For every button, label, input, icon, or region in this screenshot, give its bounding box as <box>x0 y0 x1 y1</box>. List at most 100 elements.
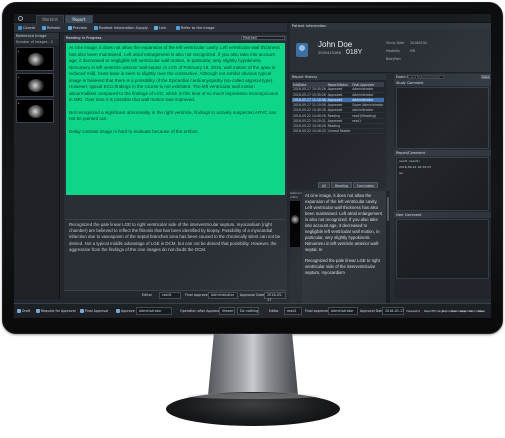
bottom-approver-field[interactable]: Administrator <box>328 307 358 315</box>
preview-icon <box>68 26 72 30</box>
history-row[interactable]: 2016-05-22 14:40:26 Approved Administrator <box>292 107 384 114</box>
mri-heart-image <box>291 215 299 224</box>
bottom-editor-field[interactable]: read1 <box>284 307 302 315</box>
history-filter-tabs: All Reading Conclusion <box>318 182 379 188</box>
approve-button[interactable]: Approve <box>116 307 135 315</box>
report-history-title: Report History <box>290 74 386 80</box>
radiext-information-label: Radiext Information Supply <box>99 26 148 30</box>
refer-image-button[interactable]: Refer to the image <box>176 24 215 32</box>
mri-heart-image <box>28 53 44 66</box>
column-header[interactable]: ReportStatus <box>326 82 352 87</box>
patient-panel: Patient Information John Doe 2000410186 … <box>290 23 491 303</box>
history-row[interactable]: 2016-05-22 14:16:20 Unread Reader <box>292 128 384 135</box>
filter-all[interactable]: All <box>318 182 330 188</box>
patient-avatar-icon <box>296 43 308 57</box>
approval-date-field[interactable]: 2016-05-17 <box>264 292 286 302</box>
viewer-select[interactable]: Viewer <box>219 307 235 315</box>
reference-paragraph: At cine image, it does not allow the exp… <box>305 193 382 252</box>
bodypart-label: BodyPart <box>386 57 401 61</box>
findings-paragraph: At cine image, it does not allow the exp… <box>69 45 280 102</box>
findings-textarea[interactable]: At cine image, it does not allow the exp… <box>66 43 285 195</box>
editor-label: Editor <box>142 293 153 297</box>
final-approval-button[interactable]: Final Approval <box>80 307 108 315</box>
history-cell-date: 2016-05-22 14:16:20 <box>292 128 327 135</box>
history-row[interactable]: 2016-05-22 14:40:26 Reading read1(Reading) <box>292 112 384 119</box>
bottom-action-item[interactable]: Ord <box>415 307 420 315</box>
patient-card: John Doe 2000410186 018Y Study Date 2016… <box>290 29 491 73</box>
history-row[interactable]: 2016-05-17 11:10:58 Approved Super Adminis… <box>292 102 384 109</box>
report-editor: Reading in Progress Matched At cine imag… <box>64 35 287 299</box>
status-select[interactable]: Matched <box>241 36 285 40</box>
report-comment-box[interactable]: read1 (read1) 2016-09-22 16:39:33 aa <box>396 157 489 211</box>
approve-label: Approve <box>121 309 135 313</box>
approver-select[interactable]: Administrator <box>136 307 172 315</box>
report-comment-header: Report/Comment <box>394 150 491 156</box>
history-cell-date: 2016-05-17 11:10:58 <box>292 102 327 109</box>
report-history: Report History EditDate ReportStatus Fin… <box>290 74 386 189</box>
modality-label: Modality <box>386 49 401 53</box>
user-comment-box[interactable] <box>396 219 489 279</box>
link-icon <box>154 26 158 30</box>
history-row[interactable]: 2016-05-17 15:35:26 Approved Administrator <box>292 92 384 98</box>
final-approval-label: Final Approval <box>85 309 109 313</box>
reference-thumbnail[interactable]: ▸ <box>16 99 54 123</box>
bottom-action-item[interactable]: Report <box>424 307 433 315</box>
patient-age: 018Y <box>346 49 363 56</box>
mri-heart-image <box>28 105 44 118</box>
user-comment-header: User Comment <box>394 212 491 218</box>
final-approver-field[interactable]: Administrator <box>208 292 238 299</box>
history-table: EditDate ReportStatus Final Approver 201… <box>292 82 384 135</box>
bottom-editor-label: Editor <box>269 309 279 313</box>
filter-conclusion[interactable]: Conclusion <box>352 182 379 188</box>
report-sign-bar: Editor read1 Final approver Administrato… <box>64 290 287 302</box>
cancel-label: Cancel <box>23 26 36 30</box>
refresh-icon <box>42 26 46 30</box>
radiext-information-button[interactable]: Radiext Information Supply <box>94 24 148 32</box>
preview-button[interactable]: Preview <box>68 24 87 32</box>
save-comment-button[interactable]: Save <box>481 75 490 79</box>
preview-label: Preview <box>73 26 87 30</box>
link-button[interactable]: Link <box>154 24 166 32</box>
request-approval-button[interactable]: Request for Approval <box>36 307 76 315</box>
reference-mini-image[interactable] <box>290 201 300 247</box>
reference-thumbnail[interactable]: ▸ <box>16 73 54 97</box>
history-cell-status: Unread Reader <box>326 128 352 135</box>
history-row[interactable]: 2016-05-17 11:10:58 Approved Administrator <box>292 97 384 104</box>
reference-scrollbar[interactable] <box>386 191 390 303</box>
tab-worklist[interactable]: Worklist <box>36 15 64 23</box>
draft-label: Draft <box>22 309 31 313</box>
draft-button[interactable]: Draft <box>17 307 30 315</box>
reference-thumbnail[interactable]: ▸ <box>16 47 54 71</box>
impression-textarea[interactable]: Recognized the pale linear LGE to right … <box>66 219 285 289</box>
cancel-icon <box>18 26 22 30</box>
filter-reading[interactable]: Reading <box>330 182 352 188</box>
image-count: Number of images : 3 <box>14 39 59 45</box>
history-cell-approver <box>351 128 384 135</box>
study-comment-box[interactable] <box>396 87 489 149</box>
history-cell-approver: Super Administrator <box>351 102 384 109</box>
bottom-action-item[interactable]: Save <box>478 307 485 315</box>
refresh-label: Refresh <box>47 26 61 30</box>
refresh-button[interactable]: Refresh <box>42 24 61 32</box>
after-approval-select[interactable]: Do nothing <box>237 307 259 315</box>
report-toolbar: Cancel Refresh Preview Radiext Informati… <box>14 23 287 33</box>
thumbnail-marker-icon: ▸ <box>18 49 20 53</box>
reference-image-pane: Reference Image Number of images : 3 ▸ ▸… <box>14 33 60 299</box>
exam-comment-input[interactable]: Last Edited Comment <box>408 75 444 79</box>
bottom-date-field[interactable]: 2016-05-17 <box>382 307 404 315</box>
thumbnail-marker-icon: ▸ <box>18 101 20 105</box>
exam-comment-panel: Exam Comment Last Edited Comment Save St… <box>394 74 491 299</box>
tab-report[interactable]: Report <box>65 15 93 23</box>
operation-label: Operation after Approval <box>180 309 221 313</box>
impression-paragraph: Recognized the pale linear LGE to right … <box>69 222 281 252</box>
approval-date-label: Approval Date <box>240 293 265 297</box>
final-approver-label: Final approver <box>185 293 210 297</box>
history-cell-date: 2016-05-22 14:40:26 <box>292 112 327 119</box>
reference-sub-text: editor <box>290 195 299 199</box>
editor-field[interactable]: read1 <box>159 292 181 299</box>
link-label: Link <box>159 26 167 30</box>
study-date-label: Study Date <box>386 41 405 45</box>
reading-status: Reading in Progress <box>66 36 102 40</box>
cancel-button[interactable]: Cancel <box>18 24 35 32</box>
info-icon <box>94 26 98 30</box>
